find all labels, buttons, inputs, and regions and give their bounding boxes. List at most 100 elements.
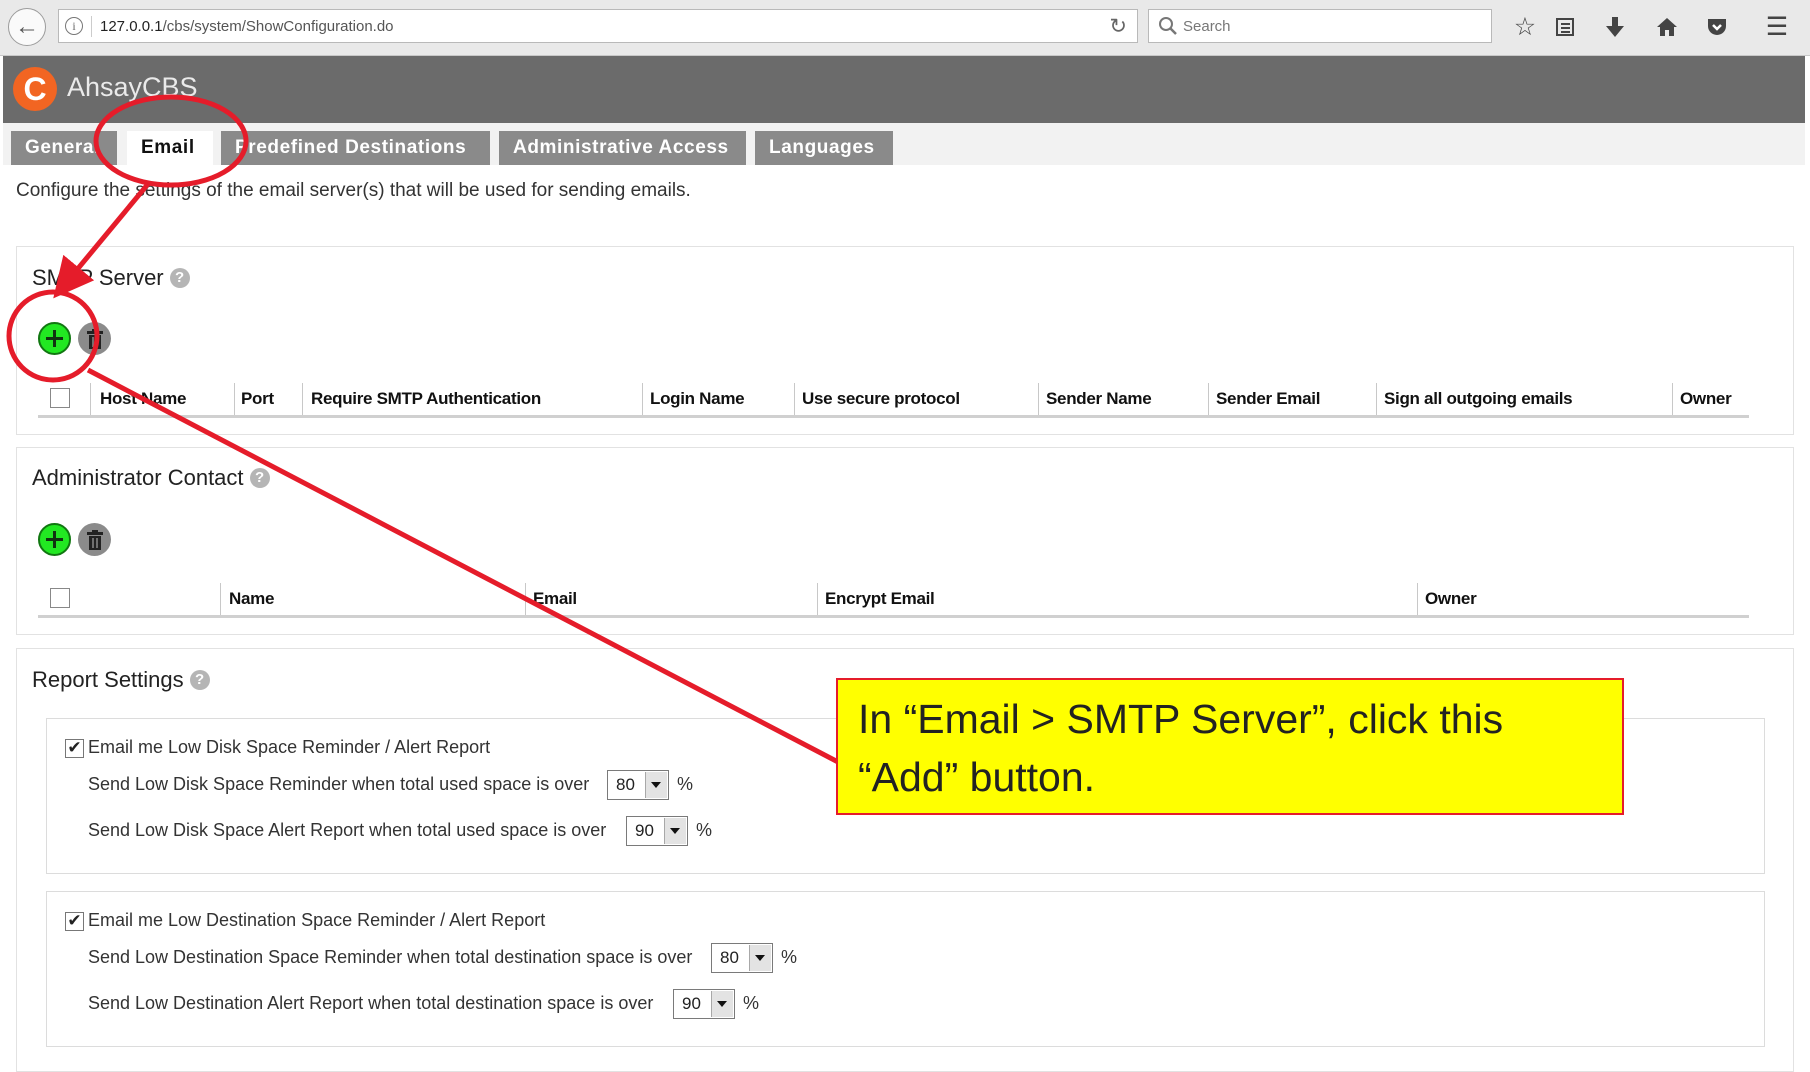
instruction-callout: In “Email > SMTP Server”, click this “Ad…	[836, 678, 1624, 815]
destination-reminder-value: 80	[720, 948, 739, 967]
smtp-add-button[interactable]	[38, 322, 71, 355]
admin-contact-title: Administrator Contact?	[32, 465, 270, 491]
report-settings-title: Report Settings?	[32, 667, 210, 693]
col-name[interactable]: Name	[229, 589, 274, 609]
percent-unit: %	[677, 774, 694, 794]
intro-description: Configure the settings of the email serv…	[16, 180, 691, 201]
url-host: 127.0.0.1	[100, 18, 163, 35]
reading-list-icon[interactable]	[1548, 10, 1582, 44]
tab-administrative-access[interactable]: Administrative Access	[499, 131, 746, 165]
callout-line-1: In “Email > SMTP Server”, click this	[858, 696, 1504, 742]
column-divider	[90, 383, 91, 415]
column-divider	[794, 383, 795, 415]
column-divider	[234, 383, 235, 415]
dropdown-arrow-icon	[749, 945, 771, 971]
help-icon[interactable]: ?	[189, 670, 210, 690]
pocket-icon[interactable]	[1700, 10, 1734, 44]
bookmark-star-icon[interactable]: ☆	[1508, 10, 1542, 44]
disk-reminder-select[interactable]: 80	[607, 770, 669, 800]
column-divider	[1672, 383, 1673, 415]
address-bar[interactable]: i 127.0.0.1/cbs/system/ShowConfiguration…	[58, 9, 1138, 43]
destination-reminder-select[interactable]: 80	[711, 943, 773, 973]
col-port[interactable]: Port	[241, 389, 274, 409]
column-divider	[642, 383, 643, 415]
back-arrow-icon[interactable]: ←	[8, 8, 46, 46]
smtp-server-title: SMTP Server?	[32, 265, 190, 291]
app-header: C AhsayCBS	[3, 56, 1805, 123]
destination-reminder-label: Send Low Destination Space Reminder when…	[88, 947, 693, 967]
col-require-smtp-auth[interactable]: Require SMTP Authentication	[311, 389, 541, 409]
disk-reminder-label: Send Low Disk Space Reminder when total …	[88, 774, 590, 794]
dropdown-arrow-icon	[664, 818, 686, 844]
col-sender-name[interactable]: Sender Name	[1046, 389, 1152, 409]
column-divider	[302, 383, 303, 415]
col-encrypt-email[interactable]: Encrypt Email	[825, 589, 935, 609]
search-input[interactable]: Search	[1148, 9, 1492, 43]
menu-hamburger-icon[interactable]: ☰	[1760, 10, 1794, 44]
destination-alert-value: 90	[682, 994, 701, 1013]
col-use-secure-protocol[interactable]: Use secure protocol	[802, 389, 960, 409]
callout-line-2: “Add” button.	[858, 754, 1096, 800]
brand-name: AhsayCBS	[67, 72, 198, 102]
column-divider	[1208, 383, 1209, 415]
ahsay-logo-icon: C	[13, 67, 57, 111]
home-icon[interactable]	[1650, 10, 1684, 44]
smtp-table-header: Host Name Port Require SMTP Authenticati…	[38, 383, 1749, 418]
search-placeholder: Search	[1183, 18, 1231, 35]
col-owner[interactable]: Owner	[1425, 589, 1477, 609]
admin-contact-delete-button[interactable]	[78, 523, 111, 556]
help-icon[interactable]: ?	[169, 268, 190, 288]
dropdown-arrow-icon	[711, 991, 733, 1017]
column-divider	[817, 583, 818, 615]
disk-alert-label: Send Low Disk Space Alert Report when to…	[88, 820, 607, 840]
smtp-server-title-text: SMTP Server	[32, 265, 164, 290]
browser-toolbar: ← i 127.0.0.1/cbs/system/ShowConfigurati…	[0, 0, 1810, 56]
reload-icon[interactable]: ↻	[1109, 14, 1127, 39]
smtp-delete-button[interactable]	[78, 322, 111, 355]
destination-report-label: Email me Low Destination Space Reminder …	[88, 910, 546, 930]
destination-space-report-group: ✔ Email me Low Destination Space Reminde…	[46, 891, 1765, 1047]
smtp-select-all-checkbox[interactable]	[50, 388, 70, 408]
address-divider	[91, 16, 92, 37]
col-login-name[interactable]: Login Name	[650, 389, 745, 409]
smtp-server-panel: SMTP Server? Host Name Port Require SMTP…	[16, 246, 1794, 435]
url-text[interactable]: 127.0.0.1/cbs/system/ShowConfiguration.d…	[100, 18, 394, 35]
disk-alert-select[interactable]: 90	[626, 816, 688, 846]
help-icon[interactable]: ?	[249, 468, 270, 488]
column-divider	[525, 583, 526, 615]
info-icon[interactable]: i	[65, 17, 83, 35]
disk-reminder-value: 80	[616, 775, 635, 794]
disk-report-label: Email me Low Disk Space Reminder / Alert…	[88, 737, 491, 757]
col-sender-email[interactable]: Sender Email	[1216, 389, 1320, 409]
dropdown-arrow-icon	[645, 772, 667, 798]
trash-icon	[86, 328, 103, 349]
percent-unit: %	[743, 993, 760, 1013]
tab-predefined-destinations[interactable]: Predefined Destinations	[221, 131, 490, 165]
destination-report-checkbox[interactable]: ✔	[65, 912, 84, 931]
admin-contact-title-text: Administrator Contact	[32, 465, 244, 490]
report-settings-title-text: Report Settings	[32, 667, 184, 692]
disk-alert-value: 90	[635, 821, 654, 840]
column-divider	[1417, 583, 1418, 615]
admin-contact-select-all-checkbox[interactable]	[50, 588, 70, 608]
admin-contact-table-header: Name Email Encrypt Email Owner	[38, 583, 1749, 618]
admin-contact-add-button[interactable]	[38, 523, 71, 556]
destination-alert-select[interactable]: 90	[673, 989, 735, 1019]
percent-unit: %	[696, 820, 713, 840]
tab-languages[interactable]: Languages	[755, 131, 893, 165]
tab-general[interactable]: General	[11, 131, 117, 165]
column-divider	[1038, 383, 1039, 415]
col-email[interactable]: Email	[533, 589, 577, 609]
download-arrow-icon[interactable]	[1598, 10, 1632, 44]
percent-unit: %	[781, 947, 798, 967]
trash-icon	[86, 529, 103, 550]
url-path: /cbs/system/ShowConfiguration.do	[162, 18, 394, 35]
col-host-name[interactable]: Host Name	[100, 389, 186, 409]
tab-email[interactable]: Email	[127, 131, 213, 165]
disk-report-checkbox[interactable]: ✔	[65, 739, 84, 758]
col-owner[interactable]: Owner	[1680, 389, 1732, 409]
search-icon	[1159, 17, 1177, 35]
column-divider	[1376, 383, 1377, 415]
col-sign-outgoing-emails[interactable]: Sign all outgoing emails	[1384, 389, 1573, 409]
destination-alert-label: Send Low Destination Alert Report when t…	[88, 993, 654, 1013]
